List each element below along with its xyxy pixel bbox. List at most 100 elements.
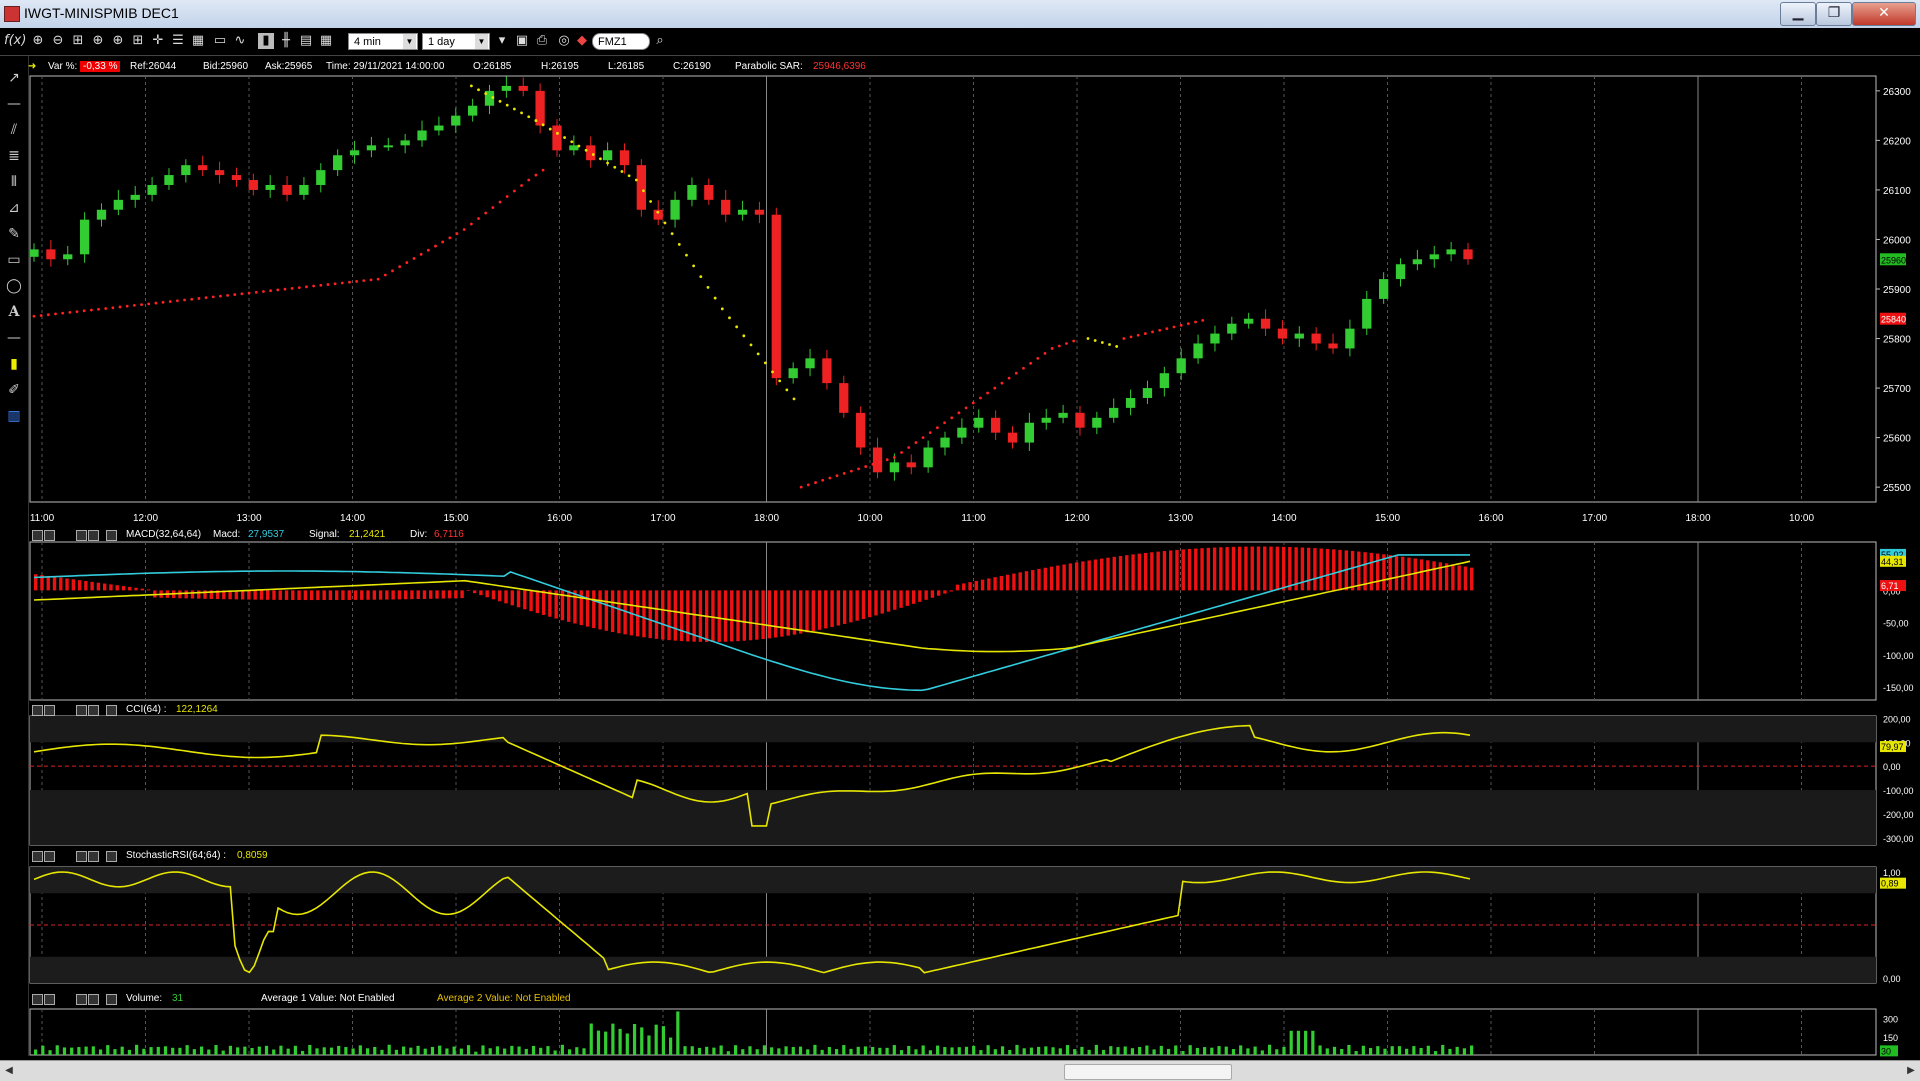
sar-dot <box>398 265 402 269</box>
x-tick-label: 14:00 <box>340 513 365 524</box>
candle-body <box>569 145 579 151</box>
scroll-right-icon[interactable]: ▶ <box>1904 1063 1918 1078</box>
sar-dot <box>383 273 387 277</box>
sar-dot <box>82 309 86 313</box>
scroll-left-icon[interactable]: ◀ <box>2 1063 16 1078</box>
volume-bar <box>849 1048 853 1055</box>
volume-bar <box>618 1028 622 1055</box>
volume-bar <box>1318 1045 1322 1055</box>
y-tick-label: -50,00 <box>1883 619 1909 629</box>
sar-dot <box>455 232 459 236</box>
sar-yellow-dot <box>763 361 767 365</box>
volume-bar <box>885 1047 889 1055</box>
candle-body <box>400 140 410 146</box>
candle-body <box>282 184 292 195</box>
sar-dot <box>448 236 452 240</box>
sar-yellow-dot <box>713 296 717 300</box>
sar-yellow-dot <box>670 232 674 236</box>
sar-dot <box>491 206 495 209</box>
x-tick-label: 16:00 <box>1478 513 1503 524</box>
sar-yellow-dot <box>749 343 753 347</box>
sar-dot <box>534 173 538 177</box>
macd-histogram-bar <box>140 588 145 591</box>
volume-bar <box>784 1046 788 1055</box>
volume-bar <box>351 1048 355 1055</box>
volume-bar <box>697 1047 702 1055</box>
sar-yellow-dot <box>527 115 531 119</box>
sar-yellow-dot <box>512 107 516 111</box>
sar-dot <box>276 288 280 292</box>
macd-histogram-bar <box>943 590 947 594</box>
sar-dot <box>140 303 143 307</box>
macd-histogram-bar <box>121 586 126 591</box>
candle-body <box>1446 249 1456 255</box>
volume-bar <box>611 1023 615 1055</box>
y-tick-label: 25600 <box>1883 434 1911 445</box>
macd-histogram-bar <box>1231 546 1236 591</box>
volume-bar <box>1347 1044 1351 1055</box>
volume-bar <box>1022 1048 1026 1055</box>
x-tick-label: 17:00 <box>650 513 675 524</box>
volume-bar <box>1058 1048 1062 1055</box>
macd-histogram-bar <box>730 590 734 642</box>
candle-body <box>839 383 849 413</box>
macd-histogram-bar <box>1426 560 1430 591</box>
macd-histogram-bar <box>1150 552 1154 591</box>
candle-body <box>417 130 427 141</box>
sar-dot <box>75 310 79 314</box>
candle-body <box>1058 412 1068 418</box>
volume-bar <box>337 1045 341 1055</box>
volume-bar <box>1383 1048 1387 1055</box>
volume-bar <box>1289 1030 1293 1055</box>
volume-bar <box>1390 1046 1394 1055</box>
volume-bar <box>539 1047 543 1055</box>
sar-yellow-dot <box>649 200 653 203</box>
chart-canvas[interactable]: 11:00 12:00 13:00 14:00 15:00 16:00 17:00 18:00… <box>0 0 1920 1060</box>
candle-body <box>333 155 343 171</box>
x-tick-label: 17:00 <box>1582 513 1607 524</box>
sar-yellow-dot <box>520 111 523 115</box>
macd-histogram-bar <box>799 590 803 634</box>
sar-yellow-dot <box>642 189 645 193</box>
sar-dot <box>312 284 316 288</box>
sar-dot <box>32 314 36 318</box>
sar-dot <box>900 451 903 454</box>
macd-histogram-bar <box>102 583 107 591</box>
macd-histogram-bar <box>899 590 903 608</box>
scrollbar-thumb[interactable] <box>1064 1064 1232 1080</box>
sar-dot <box>233 293 237 296</box>
macd-histogram-bar <box>46 575 50 591</box>
candle-body <box>602 150 613 161</box>
sar-dot <box>1050 347 1054 350</box>
macd-histogram-bar <box>535 590 540 614</box>
sar-dot <box>290 286 294 290</box>
sar-yellow-dot <box>606 161 609 165</box>
candle-body <box>1311 333 1321 344</box>
macd-histogram-bar <box>278 590 282 600</box>
sar-dot <box>54 312 57 316</box>
x-tick-label: 16:00 <box>547 513 572 524</box>
macd-histogram-bar <box>773 590 778 638</box>
candle-body <box>670 199 680 220</box>
volume-bar <box>1174 1045 1178 1055</box>
macd-histogram-bar <box>485 590 489 598</box>
macd-histogram-bar <box>59 577 63 591</box>
macd-histogram-bar <box>391 590 395 600</box>
macd-histogram-bar <box>435 590 439 599</box>
volume-bar <box>380 1049 384 1055</box>
macd-histogram-bar <box>573 590 577 624</box>
volume-bar <box>207 1049 211 1055</box>
macd-histogram-bar <box>422 590 427 599</box>
horizontal-scrollbar[interactable]: ◀ ▶ <box>0 1060 1920 1081</box>
candle-body <box>63 254 73 260</box>
macd-histogram-bar <box>479 590 483 596</box>
sar-dot <box>247 291 251 295</box>
macd-histogram-bar <box>654 590 659 639</box>
volume-bar <box>553 1050 557 1055</box>
volume-bar <box>84 1046 88 1055</box>
sar-dot <box>1057 344 1061 348</box>
sar-yellow-dot <box>563 136 566 139</box>
macd-histogram-bar <box>1037 568 1041 591</box>
candle-body <box>434 125 444 131</box>
volume-bar <box>250 1048 254 1055</box>
